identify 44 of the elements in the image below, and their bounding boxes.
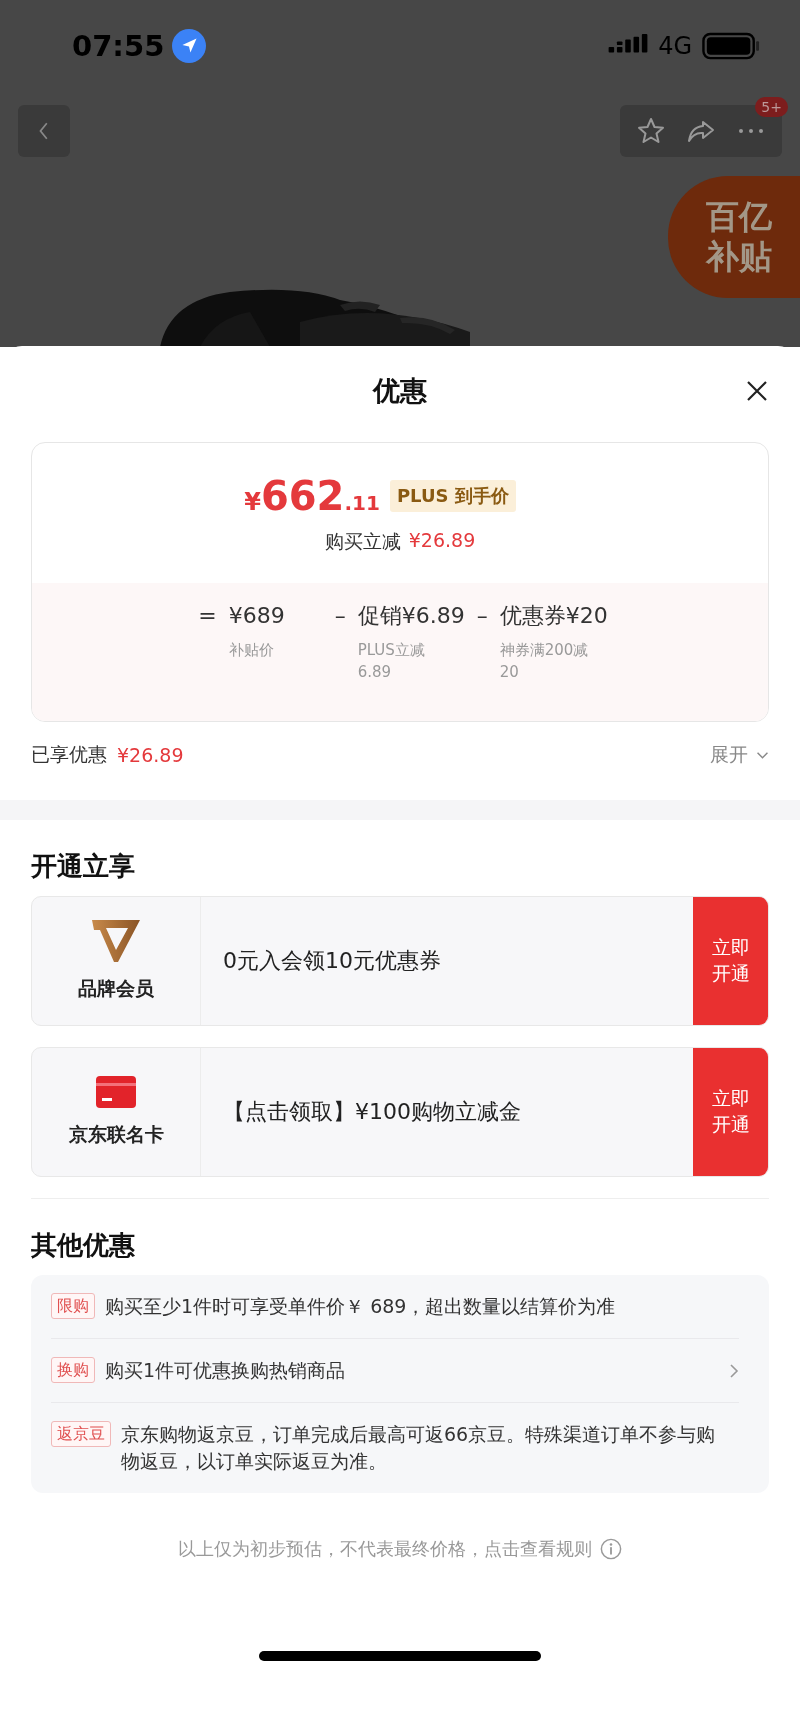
battery-icon: [702, 32, 760, 60]
section-heading: 其他优惠: [31, 1229, 136, 1262]
subsidy-badge[interactable]: 百亿 补贴: [668, 176, 800, 298]
disclaimer-link[interactable]: 以上仅为初步预估，不代表最终价格，点击查看规则: [178, 1537, 592, 1561]
offer-text: 购买至少1件时可享受单件价￥ 689，超出数量以结算价为准: [105, 1294, 617, 1319]
operator-sign: =: [198, 602, 217, 630]
notification-badge: 5+: [755, 97, 788, 117]
credit-card-icon: [96, 1076, 136, 1108]
close-button[interactable]: [745, 379, 769, 403]
expand-button[interactable]: 展开: [710, 742, 769, 768]
offer-text: 购买1件可优惠换购热销商品: [105, 1358, 347, 1383]
info-icon[interactable]: [600, 1538, 622, 1560]
status-time: 07:55: [72, 29, 165, 63]
savings-amount: ¥26.89: [117, 744, 184, 766]
sheet-title: 优惠: [373, 374, 427, 408]
v-logo-icon: [92, 920, 140, 962]
star-icon[interactable]: [636, 116, 666, 146]
chevron-right-icon[interactable]: [729, 1362, 739, 1379]
membership-label: 品牌会员: [78, 976, 154, 1001]
offer-text: 京东购物返京豆，订单完成后最高可返66京豆。特殊渠道订单不参与购物返豆，以订单实际返豆为准。: [121, 1422, 717, 1474]
breakdown-amount: ¥689: [228, 602, 285, 630]
activate-button[interactable]: 立即开通: [693, 1048, 768, 1176]
final-price: ¥662.11: [244, 473, 380, 519]
activate-button[interactable]: 立即开通: [693, 897, 768, 1025]
breakdown-note: PLUS立减6.89: [357, 640, 426, 683]
reduction-label: 购买立减: [324, 529, 401, 554]
offer-tag: 返京豆: [51, 1421, 111, 1447]
reduction-amount: ¥26.89: [408, 529, 476, 553]
operator-sign: –: [476, 602, 488, 630]
chevron-down-icon: [756, 750, 769, 760]
breakdown-note: 补贴价: [228, 640, 275, 661]
breakdown-note: 神券满200减20: [499, 640, 590, 683]
offer-tag: 换购: [51, 1357, 95, 1383]
offer-tag: 限购: [51, 1293, 95, 1319]
price-tag: PLUS 到手价: [389, 480, 516, 512]
offer-text: 【点击领取】¥100购物立减金: [222, 1098, 522, 1126]
breakdown-amount: 优惠券¥20: [499, 602, 608, 630]
savings-label: 已享优惠: [31, 742, 107, 767]
network-type: 4G: [658, 32, 692, 60]
section-heading: 开通立享: [31, 850, 136, 883]
breakdown-amount: 促销¥6.89: [357, 602, 465, 630]
offer-text: 0元入会领10元优惠券: [222, 947, 442, 975]
membership-label: 京东联名卡: [68, 1122, 164, 1147]
operator-sign: –: [334, 602, 346, 630]
